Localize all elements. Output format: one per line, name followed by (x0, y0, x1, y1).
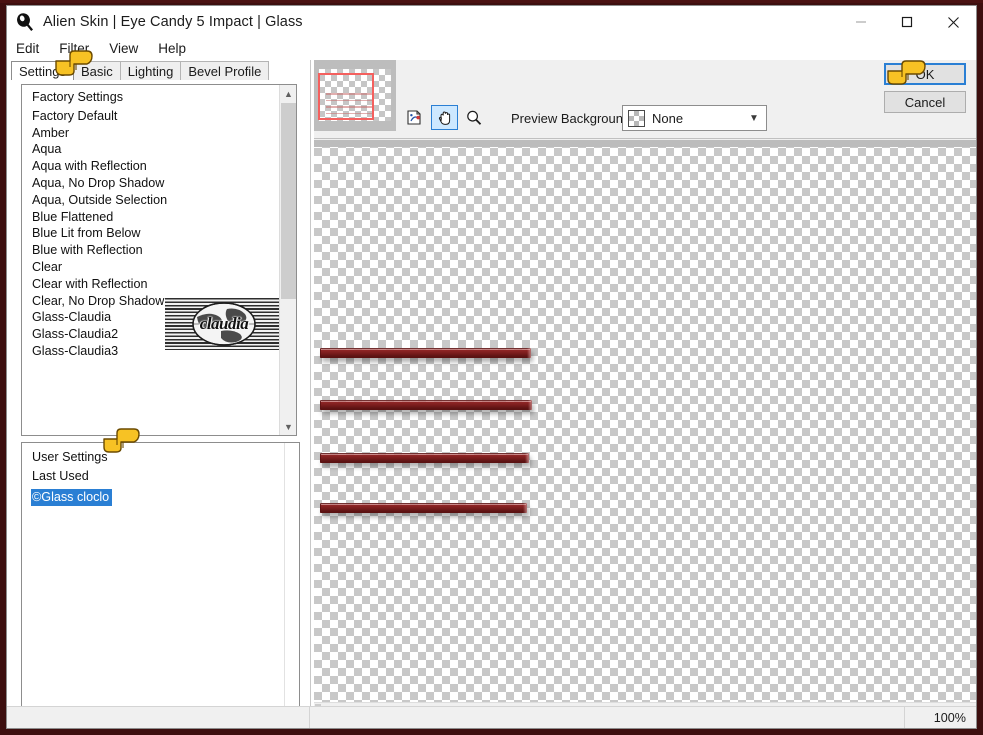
scrollbar-vertical[interactable]: ▲ ▼ (279, 85, 296, 435)
menu-item-help[interactable]: Help (156, 40, 195, 58)
factory-settings-list: Factory Settings Factory Default Amber A… (21, 84, 297, 436)
tab-bevel-profile[interactable]: Bevel Profile (180, 61, 270, 80)
hand-tool-icon[interactable] (431, 105, 458, 130)
user-setting-last-used[interactable]: Last Used (31, 468, 92, 485)
list-item[interactable]: Last Used (31, 467, 299, 488)
chevron-down-icon[interactable]: ▼ (742, 113, 766, 124)
user-setting-glass-cloclo[interactable]: ©Glass cloclo (31, 489, 113, 506)
alien-skin-icon (14, 11, 36, 33)
main-content: Settings Basic Lighting Bevel Profile Fa… (7, 60, 976, 728)
status-left-cell (7, 706, 310, 728)
maximize-icon[interactable] (884, 6, 930, 38)
preview-background-value: None (652, 110, 684, 126)
glass-bar (320, 400, 532, 410)
preview-background-select[interactable]: None ▼ (622, 105, 767, 131)
divider (284, 443, 285, 723)
zoom-level: 100% (904, 706, 976, 728)
menu-bar: Edit Filter View Help (7, 38, 976, 60)
title-bar: Alien Skin | Eye Candy 5 Impact | Glass (7, 6, 976, 38)
list-item[interactable]: Amber (31, 125, 279, 142)
claudia-watermark: claudia (165, 298, 283, 350)
status-bar: 100% (7, 706, 976, 728)
ok-button[interactable]: OK (884, 63, 966, 85)
list-item[interactable]: Factory Default (31, 108, 279, 125)
glass-bar (320, 348, 531, 358)
list-item[interactable]: Aqua (31, 141, 279, 158)
dialog-actions: OK Cancel (884, 63, 966, 119)
preview-background-label: Preview Background: (511, 111, 634, 126)
list-item[interactable]: Aqua, Outside Selection (31, 192, 279, 209)
window-frame: Alien Skin | Eye Candy 5 Impact | Glass … (0, 0, 983, 735)
list-item[interactable]: Blue with Reflection (31, 242, 279, 259)
tab-settings[interactable]: Settings (11, 61, 74, 80)
preview-tools (402, 105, 489, 130)
preset-list-items: Factory Settings Factory Default Amber A… (22, 85, 279, 435)
list-item[interactable]: Aqua with Reflection (31, 158, 279, 175)
window-title: Alien Skin | Eye Candy 5 Impact | Glass (43, 14, 303, 30)
zoom-tool-icon[interactable] (460, 105, 487, 130)
menu-item-filter[interactable]: Filter (57, 40, 98, 58)
list-item[interactable]: Blue Flattened (31, 209, 279, 226)
glass-bar (320, 453, 529, 463)
window-controls (838, 6, 976, 38)
list-item[interactable]: ©Glass cloclo (31, 488, 299, 507)
settings-pane: Settings Basic Lighting Bevel Profile Fa… (7, 60, 310, 728)
preview-pane: Preview Background: None ▼ OK Cancel (314, 60, 976, 728)
status-middle-cell (310, 707, 904, 729)
navigator-viewport-rect[interactable] (318, 73, 374, 120)
user-settings-list: User Settings Last Used ©Glass cloclo (21, 442, 300, 724)
chevron-down-icon[interactable]: ▼ (280, 418, 296, 435)
preview-top-strip (314, 140, 976, 147)
user-settings-items: User Settings Last Used ©Glass cloclo (22, 443, 299, 507)
claudia-wordmark: claudia (199, 314, 249, 333)
list-item[interactable]: Clear (31, 259, 279, 276)
glass-bar (320, 503, 527, 513)
list-item[interactable]: Factory Settings (31, 89, 279, 106)
list-item[interactable]: Aqua, No Drop Shadow (31, 175, 279, 192)
application-window: Alien Skin | Eye Candy 5 Impact | Glass … (6, 5, 977, 729)
user-settings-header: User Settings (32, 450, 108, 464)
list-item-header: User Settings (31, 448, 299, 467)
scrollbar-thumb[interactable] (281, 103, 296, 299)
list-item[interactable]: Blue Lit from Below (31, 225, 279, 242)
close-icon[interactable] (930, 6, 976, 38)
list-item[interactable]: Clear with Reflection (31, 276, 279, 293)
preview-toolbar: Preview Background: None ▼ OK Cancel (314, 60, 976, 139)
cancel-button[interactable]: Cancel (884, 91, 966, 113)
menu-item-view[interactable]: View (107, 40, 147, 58)
preview-viewport[interactable] (314, 140, 976, 716)
tab-strip: Settings Basic Lighting Bevel Profile (7, 60, 310, 80)
minimize-icon[interactable] (838, 6, 884, 38)
chevron-up-icon[interactable]: ▲ (280, 85, 296, 102)
tab-basic[interactable]: Basic (72, 61, 121, 80)
preview-canvas[interactable] (314, 140, 976, 716)
crop-tool-icon[interactable] (402, 105, 429, 130)
transparency-swatch-icon (628, 109, 645, 127)
navigator-thumbnail[interactable] (314, 60, 396, 131)
tab-lighting[interactable]: Lighting (119, 61, 182, 80)
menu-item-edit[interactable]: Edit (14, 40, 48, 58)
